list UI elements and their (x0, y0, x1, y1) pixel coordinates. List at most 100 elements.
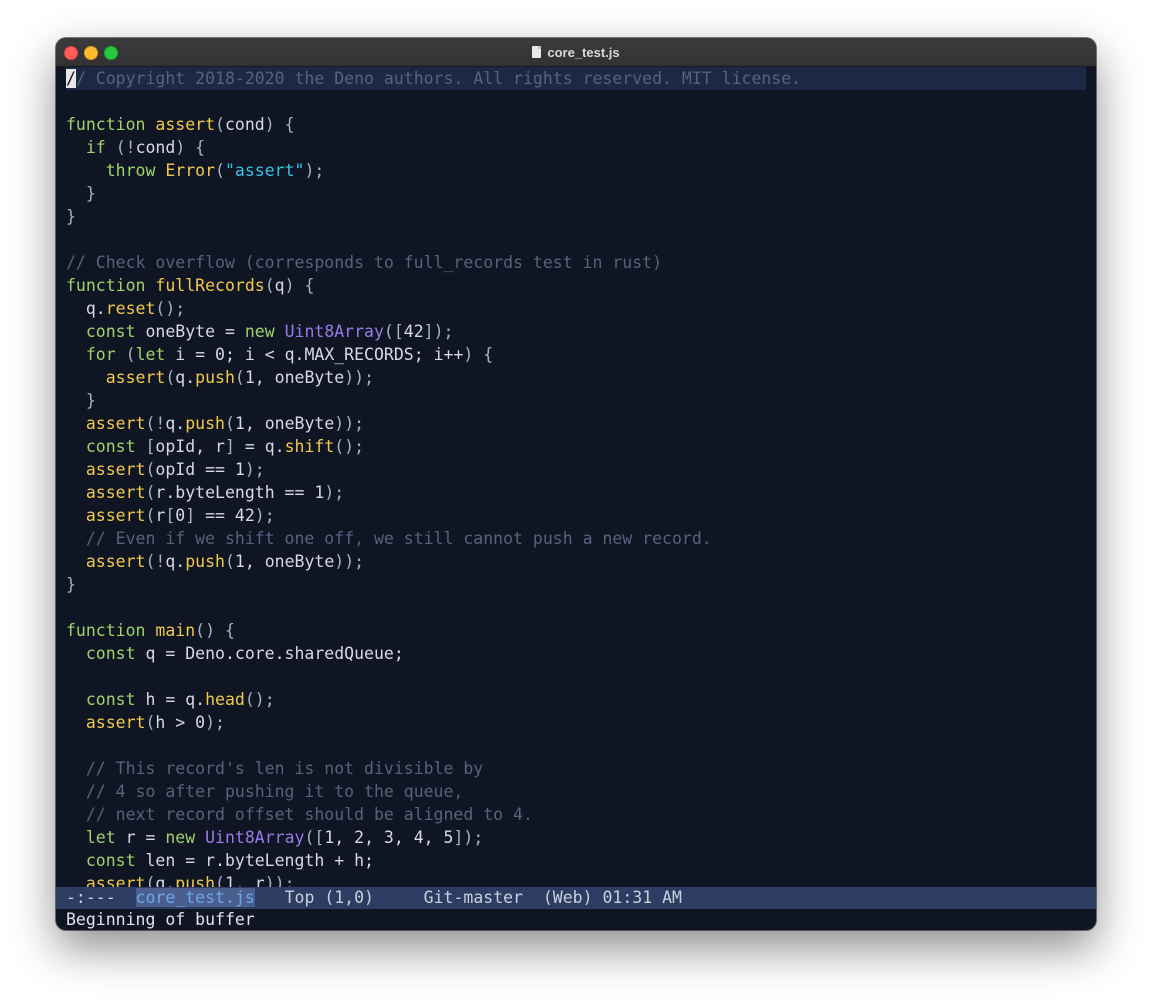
code-line[interactable]: // next record offset should be aligned … (66, 803, 1086, 826)
code-line[interactable]: } (66, 182, 1086, 205)
code-token: // This record's len is not divisible by (85, 759, 484, 778)
code-line[interactable]: function assert(cond) { (66, 113, 1086, 136)
editor-window: core_test.js // Copyright 2018-2020 the … (56, 38, 1096, 930)
code-token: 1, 2, 3, 4, 5 (324, 828, 454, 847)
code-line[interactable]: const [opId, r] = q.shift(); (66, 435, 1086, 458)
code-token: q. (155, 874, 176, 887)
code-token: q. (165, 552, 186, 571)
code-token: 0 (175, 506, 186, 525)
code-line[interactable] (66, 228, 1086, 251)
minibuffer[interactable]: Beginning of buffer (66, 909, 255, 930)
modeline-vc[interactable]: Git-master (424, 888, 523, 907)
code-token: (); (334, 437, 365, 456)
code-token: assert (85, 713, 146, 732)
code-line[interactable]: let r = new Uint8Array([1, 2, 3, 4, 5]); (66, 826, 1086, 849)
code-token: )); (334, 552, 365, 571)
code-token: )); (334, 414, 365, 433)
code-line[interactable]: function fullRecords(q) { (66, 274, 1086, 297)
code-token: push (185, 414, 225, 433)
code-token: ] (185, 506, 196, 525)
code-token: h = q. (135, 690, 206, 709)
code-line[interactable]: assert(r[0] == 42); (66, 504, 1086, 527)
code-line[interactable]: assert(!q.push(1, oneByte)); (66, 412, 1086, 435)
code-line[interactable]: assert(q.push(1, r)); (66, 872, 1086, 887)
code-line[interactable]: // Even if we shift one off, we still ca… (66, 527, 1086, 550)
code-line[interactable]: // 4 so after pushing it to the queue, (66, 780, 1086, 803)
code-line[interactable] (66, 90, 1086, 113)
code-line[interactable]: } (66, 389, 1086, 412)
code-token: oneByte = (135, 322, 245, 341)
code-token: ( (234, 368, 245, 387)
code-line[interactable]: assert(opId == 1); (66, 458, 1086, 481)
code-line[interactable]: const oneByte = new Uint8Array([42]); (66, 320, 1086, 343)
code-line[interactable]: assert(r.byteLength == 1); (66, 481, 1086, 504)
code-line[interactable]: const q = Deno.core.sharedQueue; (66, 642, 1086, 665)
code-token: } (66, 575, 76, 594)
code-line[interactable]: for (let i = 0; i < q.MAX_RECORDS; i++) … (66, 343, 1086, 366)
code-line[interactable]: // Check overflow (corresponds to full_r… (66, 251, 1086, 274)
code-token: ( (215, 161, 225, 180)
code-token: "assert" (224, 161, 305, 180)
code-line[interactable]: } (66, 205, 1086, 228)
code-line[interactable]: if (!cond) { (66, 136, 1086, 159)
code-line[interactable] (66, 596, 1086, 619)
code-token: function (66, 115, 146, 134)
code-token: const (85, 437, 136, 456)
code-line[interactable] (66, 665, 1086, 688)
code-token: // Even if we shift one off, we still ca… (85, 529, 712, 548)
code-token: q. (66, 299, 106, 318)
code-token: = q. (234, 437, 285, 456)
code-line[interactable] (66, 734, 1086, 757)
code-buffer[interactable]: // Copyright 2018-2020 the Deno authors.… (66, 67, 1086, 887)
code-token: push (195, 368, 235, 387)
code-token: throw (105, 161, 156, 180)
code-line[interactable]: throw Error("assert"); (66, 159, 1086, 182)
code-token: ( (145, 460, 156, 479)
code-token: assert (85, 460, 146, 479)
code-line[interactable]: assert(h > 0); (66, 711, 1086, 734)
code-token: ) { (175, 138, 206, 157)
code-token: assert (85, 552, 146, 571)
code-token: ); (205, 713, 225, 732)
code-line[interactable]: assert(!q.push(1, oneByte)); (66, 550, 1086, 573)
code-token: ) { (284, 276, 315, 295)
code-token: ); (254, 506, 275, 525)
modeline-mode[interactable]: (Web) (543, 888, 593, 907)
code-line[interactable]: // Copyright 2018-2020 the Deno authors.… (66, 67, 1086, 90)
modeline-buffer-name[interactable]: core_test.js (135, 888, 255, 907)
code-token: (! (145, 552, 166, 571)
code-line[interactable]: assert(q.push(1, oneByte)); (66, 366, 1086, 389)
code-line[interactable]: function main() { (66, 619, 1086, 642)
code-token: 1, oneByte (234, 414, 335, 433)
code-token: ( (215, 874, 225, 887)
code-token: i = 0; i < q.MAX_RECORDS; i++ (165, 345, 464, 364)
code-line[interactable]: const h = q.head(); (66, 688, 1086, 711)
code-token: == 42 (195, 506, 255, 525)
code-token: assert (85, 414, 146, 433)
code-token: // Check overflow (corresponds to full_r… (66, 253, 663, 272)
code-line[interactable]: const len = r.byteLength + h; (66, 849, 1086, 872)
code-line[interactable]: q.reset(); (66, 297, 1086, 320)
minibuffer-message: Beginning of buffer (66, 910, 255, 929)
code-token: if (85, 138, 106, 157)
code-token: (! (115, 138, 136, 157)
code-line[interactable]: } (66, 573, 1086, 596)
code-token: opId, r (155, 437, 225, 456)
window-title: core_test.js (547, 44, 620, 60)
code-token: q (274, 276, 285, 295)
code-line[interactable]: // This record's len is not divisible by (66, 757, 1086, 780)
code-token: function (66, 621, 146, 640)
code-token: cond (224, 115, 265, 134)
code-token: new (244, 322, 275, 341)
code-token: r (155, 506, 166, 525)
